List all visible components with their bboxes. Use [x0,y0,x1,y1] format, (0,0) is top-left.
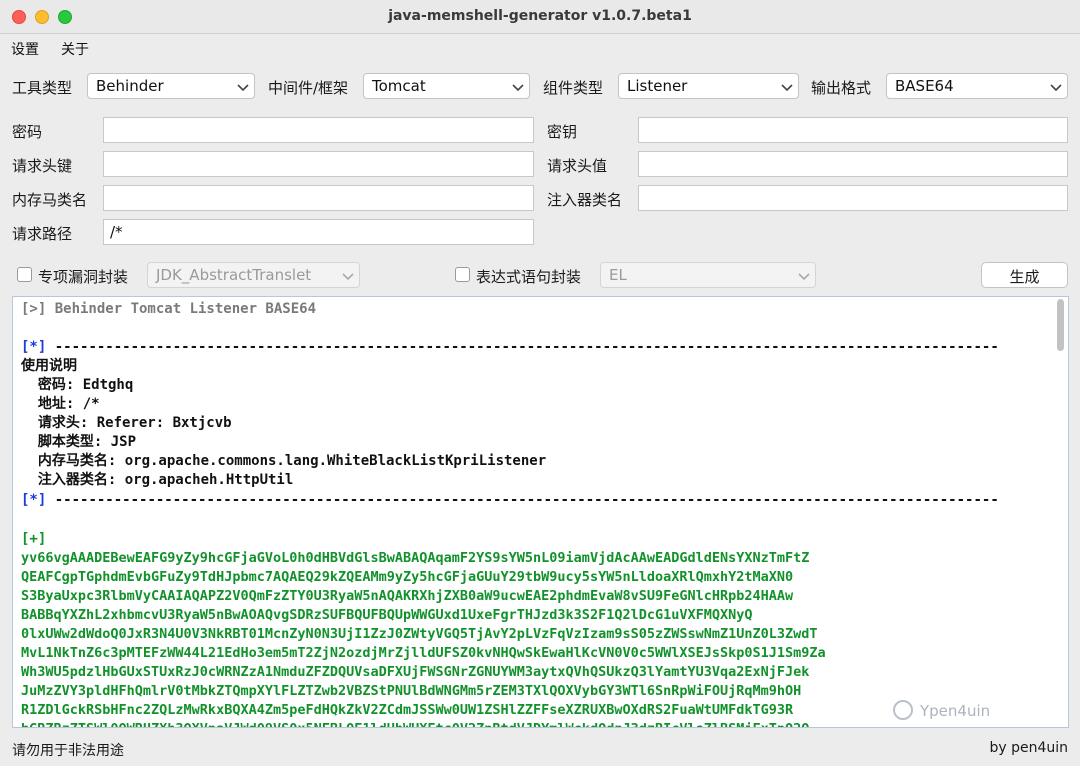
expr-wrap-select[interactable]: EL [600,262,816,288]
path-field[interactable]: /* [103,219,534,245]
header-value-label: 请求头值 [547,157,608,175]
separator-line: [*] ------------------------------------… [21,338,999,357]
vuln-wrap-label: 专项漏洞封装 [38,268,129,286]
status-disclaimer: 请勿用于非法用途 [12,743,124,759]
payload-line: 0lxUWw2dWdoQ0JxR3N4U0V3NkRBT01McnZyN0N3U… [21,626,818,642]
password-field[interactable] [103,117,534,143]
menu-about[interactable]: 关于 [61,39,89,59]
generate-button[interactable]: 生成 [981,262,1068,288]
chevron-down-icon [237,79,249,92]
chevron-down-icon [342,268,354,281]
vuln-wrap-checkbox[interactable] [17,267,32,282]
console-header: [>] Behinder Tomcat Listener BASE64 [21,301,317,317]
vuln-wrap-value: JDK_AbstractTranslet [156,266,312,284]
payload-line: MvL1NkTnZ6c3pMTEFzWW44L21EdHo3em5mT2ZjN2… [21,645,826,661]
shell-class-label: 内存马类名 [12,191,88,209]
component-type-select[interactable]: Listener [618,73,799,99]
key-field[interactable] [638,117,1068,143]
middleware-select[interactable]: Tomcat [363,73,530,99]
header-value-field[interactable] [638,151,1068,177]
tool-type-select[interactable]: Behinder [87,73,255,99]
chevron-down-icon [512,79,524,92]
expr-wrap-checkbox[interactable] [455,267,470,282]
shell-class-field[interactable] [103,185,534,211]
sep-marker: [*] [21,339,47,355]
key-label: 密钥 [547,123,578,141]
usage-line: 请求头: Referer: Bxtjcvb [21,415,232,431]
sep-dashes: ----------------------------------------… [46,492,999,508]
title-bar: java-memshell-generator v1.0.7.beta1 [0,0,1080,34]
sep-marker: [*] [21,492,47,508]
output-format-value: BASE64 [895,77,954,95]
password-label: 密码 [12,123,43,141]
watermark-text: Ypen4uin [920,702,991,720]
separator-line: [*] ------------------------------------… [21,491,999,510]
chevron-down-icon [1050,79,1062,92]
payload-line: QEAFCgpTGphdmEvbGFuZy9TdHJpbmc7AQAEQ29kZ… [21,569,794,585]
usage-line: 密码: Edtghq [21,377,134,393]
usage-title: 使用说明 [21,358,77,374]
output-format-label: 输出格式 [811,79,872,97]
window-title: java-memshell-generator v1.0.7.beta1 [388,8,692,24]
plus-marker: [+] [21,531,47,547]
payload-line: Wh3WU5pdzlHbGUxSTUxRzJ0cWRNZzA1NmduZFZDQ… [21,664,810,680]
payload-line: BABBqYXZhL2xhbmcvU3RyaW5nBwAOAQvgSDRzSUF… [21,607,753,623]
header-key-field[interactable] [103,151,534,177]
component-type-label: 组件类型 [543,79,604,97]
output-format-select[interactable]: BASE64 [886,73,1068,99]
middleware-value: Tomcat [372,77,426,95]
expr-wrap-value: EL [609,266,627,284]
menu-settings[interactable]: 设置 [11,39,39,59]
output-console[interactable]: [>] Behinder Tomcat Listener BASE64 [*] … [12,296,1069,728]
menu-bar: 设置 关于 [0,34,1080,61]
usage-line: 内存马类名: org.apache.commons.lang.WhiteBlac… [21,453,547,469]
payload-line: yv66vgAAADEBewEAFG9yZy9hcGFjaGVoL0h0dHBV… [21,550,810,566]
payload-line: bGRZRzZTSWl0QWRHZXh3QXVpaVJWd09VS0x5NFBL… [21,720,809,727]
chevron-down-icon [798,268,810,281]
tool-type-value: Behinder [96,77,164,95]
tool-type-label: 工具类型 [12,79,73,97]
payload-line: R1ZDlGckRSbHFnc2ZQLzMwRkxBQXA4Zm5peFdHQk… [21,702,794,718]
expr-wrap-label: 表达式语句封装 [476,268,582,286]
payload-line: JuMzZVY3pldHFhQmlrV0tMbkZTQmpXYlFLZTZwb2… [21,683,802,699]
component-type-value: Listener [627,77,688,95]
vuln-wrap-select[interactable]: JDK_AbstractTranslet [147,262,360,288]
middleware-label: 中间件/框架 [268,79,349,97]
status-bar: 请勿用于非法用途 by pen4uin [0,730,1080,766]
usage-line: 注入器类名: org.apacheh.HttpUtil [21,472,294,488]
console-scrollbar[interactable] [1057,299,1064,351]
sep-dashes: ----------------------------------------… [46,339,999,355]
status-author: by pen4uin [989,740,1068,756]
usage-line: 地址: /* [21,396,100,412]
injector-class-field[interactable] [638,185,1068,211]
usage-line: 脚本类型: JSP [21,434,137,450]
header-key-label: 请求头键 [12,157,73,175]
chevron-down-icon [781,79,793,92]
wechat-logo-icon [893,700,913,720]
path-label: 请求路径 [12,225,73,243]
injector-class-label: 注入器类名 [547,191,623,209]
payload-line: S3ByaUxpc3RlbmVyCAAIAQAPZ2V0QmFzZTY0U3Ry… [21,588,794,604]
